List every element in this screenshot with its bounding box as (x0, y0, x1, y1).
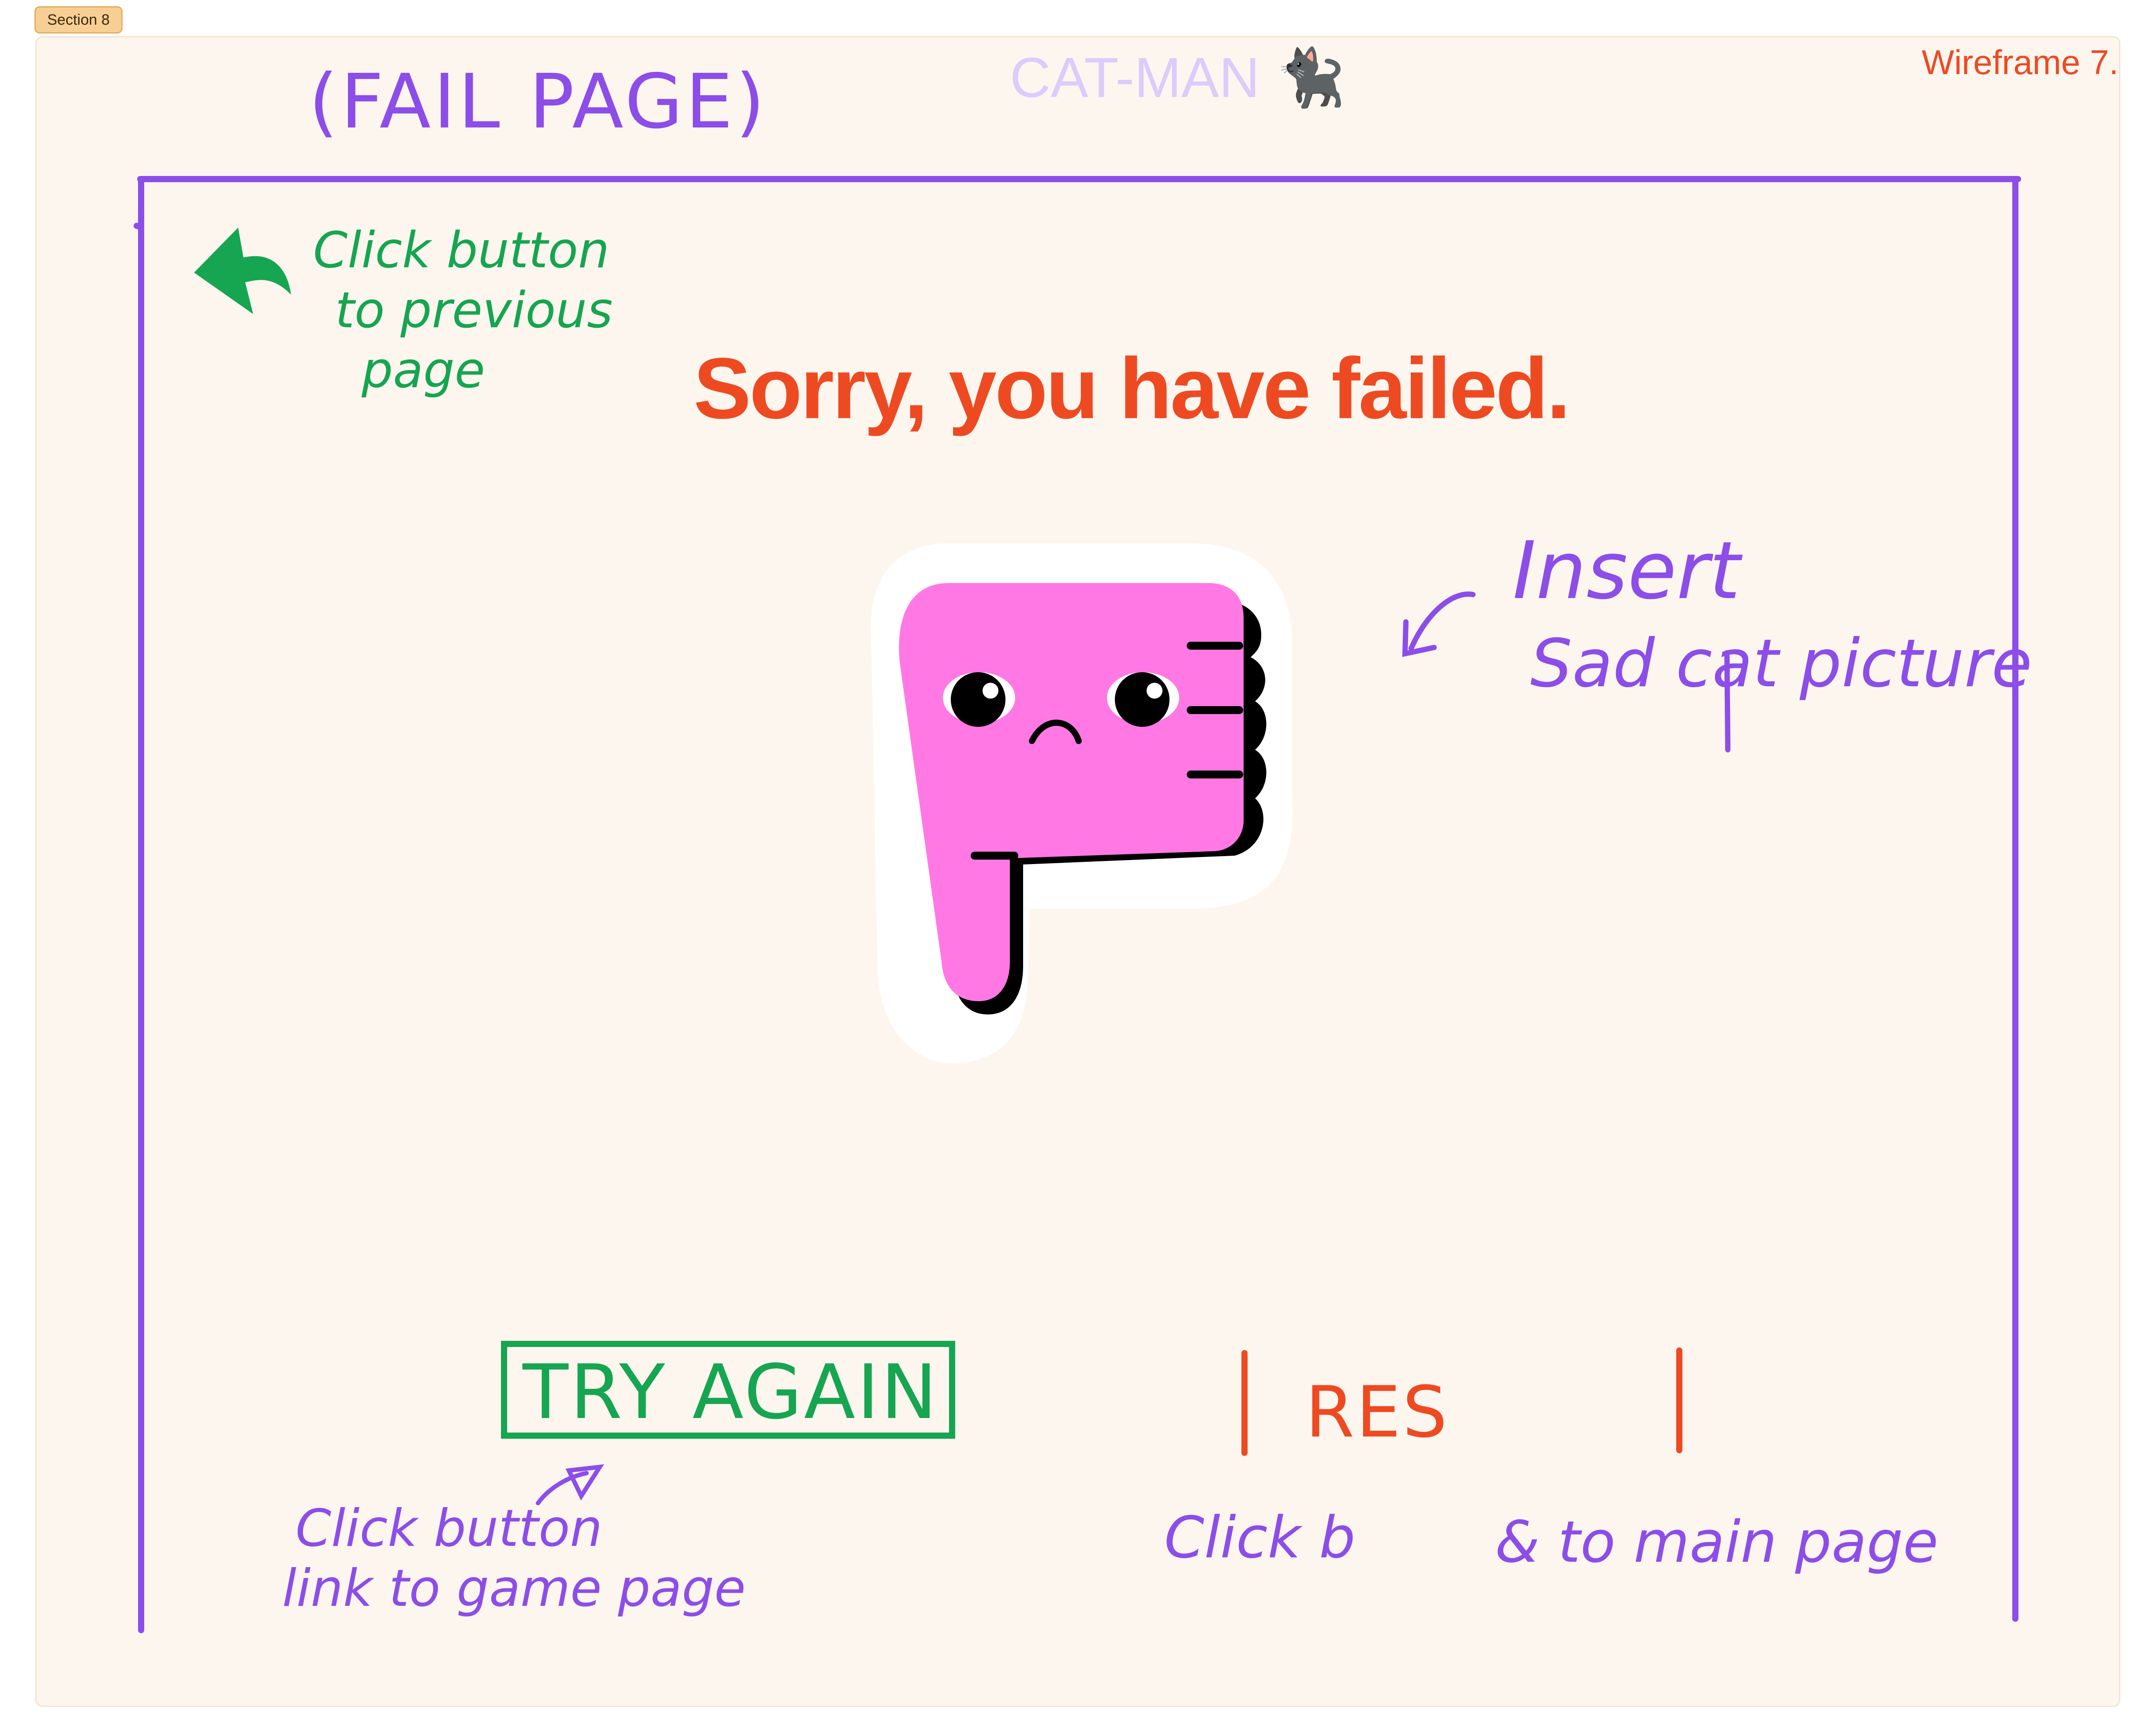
image-note-line-1: Insert (1513, 525, 1741, 617)
try-note-line-1: Click button (295, 1499, 602, 1558)
canvas: Section 8 CAT-MAN 🐈‍⬛ Wireframe 7. (FAIL… (0, 0, 2145, 1736)
image-note-line-2: Sad cat picture (1530, 625, 2033, 702)
image-placeholder-note: Insert Sad cat picture (1513, 525, 2032, 710)
restart-note-right: & to main page (1495, 1508, 1939, 1575)
arrow-pointer (536, 1464, 604, 1505)
try-note-line-2: link to game page (282, 1559, 746, 1618)
back-note-line-1: Click button (313, 222, 609, 279)
restart-button-label[interactable]: RES (1305, 1371, 1449, 1453)
arrow-pointer (1402, 591, 1476, 657)
restart-note-left: Click b (1164, 1504, 1356, 1571)
back-arrow-icon[interactable] (194, 228, 291, 314)
fail-headline: Sorry, you have failed. (693, 340, 1571, 437)
try-again-label[interactable]: TRY AGAIN (523, 1349, 939, 1436)
thumbs-down-sticker (871, 543, 1293, 1063)
back-note-line-2: to previous (335, 282, 613, 339)
try-again-note: Click button link to game page (282, 1499, 746, 1619)
